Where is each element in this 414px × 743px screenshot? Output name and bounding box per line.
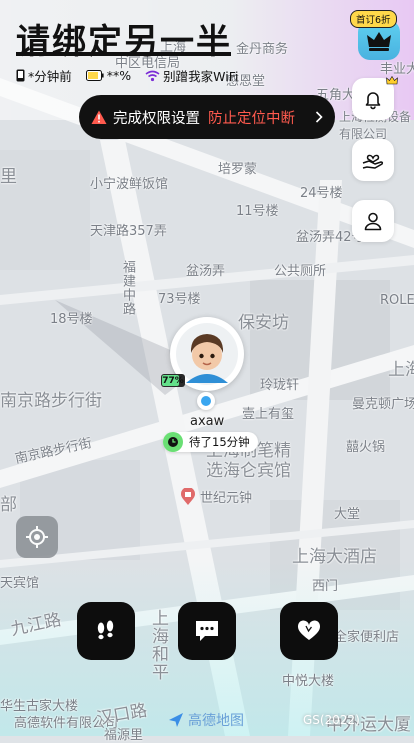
warning-icon — [91, 110, 107, 124]
map-label: 保安坊 — [238, 313, 289, 333]
map-label: 上海 — [388, 360, 414, 380]
map-label: 壹上有玺 — [242, 407, 295, 422]
wifi-status: 别蹭我家WiFi — [145, 66, 238, 85]
person-icon — [364, 212, 382, 231]
amap-text: 高德地图 — [188, 713, 244, 729]
clock-icon — [163, 432, 183, 452]
map-label: 小宁波鲜饭馆 — [90, 177, 169, 192]
footprint-button[interactable] — [77, 602, 135, 660]
title-underline — [16, 52, 231, 56]
vip-discount-badge: 首订6折 — [350, 10, 397, 28]
care-button[interactable] — [352, 139, 394, 181]
map-label: 福建中路 — [120, 260, 135, 316]
map-label: ROLE — [380, 293, 414, 308]
map-label: 西门 — [312, 579, 339, 594]
map-label: 天津路357弄 — [90, 224, 167, 239]
heart-icon — [297, 620, 321, 640]
map-label: 24号楼 — [300, 186, 343, 201]
map-label: 全家便利店 — [334, 630, 400, 645]
stay-duration-pill: 待了15分钟 — [163, 432, 258, 452]
profile-button[interactable] — [352, 200, 394, 242]
map-label: 天宾馆 — [0, 576, 40, 591]
map-label: 18号楼 — [50, 312, 93, 327]
poi-pin-icon — [180, 487, 196, 510]
permission-banner[interactable]: 完成权限设置 防止定位中断 — [79, 95, 335, 139]
map-label: 中悦大楼 — [282, 674, 335, 689]
stay-duration-text: 待了15分钟 — [189, 435, 250, 449]
last-seen-text: *分钟前 — [28, 69, 72, 84]
chat-button[interactable] — [178, 602, 236, 660]
permission-banner-text: 完成权限设置 — [113, 110, 200, 127]
status-row: *分钟前 **% 别蹭我家WiFi — [16, 66, 238, 85]
phone-icon — [16, 69, 25, 82]
bell-icon — [365, 92, 381, 110]
map-label: 上海大酒店 — [292, 547, 377, 567]
vip-button[interactable]: 首订6折 — [350, 10, 404, 62]
amap-logo: 高德地图 — [168, 710, 244, 730]
crown-icon — [386, 76, 398, 85]
map-label: 福源里 — [104, 728, 144, 743]
wifi-icon — [145, 70, 160, 81]
permission-banner-highlight: 防止定位中断 — [208, 110, 295, 127]
hand-heart-icon — [362, 154, 384, 169]
map-label: 曼克顿广场 — [352, 397, 414, 412]
map-label: 金丹商务 — [236, 42, 289, 57]
location-pin — [197, 392, 215, 410]
locate-icon — [26, 526, 48, 548]
map-label: 大堂 — [334, 507, 361, 522]
map-label: 上海和平 — [152, 609, 169, 683]
love-button[interactable] — [280, 602, 338, 660]
map-label: 公共厕所 — [274, 264, 327, 279]
map-label: 世纪元钟 — [200, 491, 253, 506]
notification-button[interactable] — [352, 76, 398, 120]
amap-arrow-icon — [169, 713, 183, 727]
battery-text: **% — [106, 68, 132, 83]
map-label: 盆汤弄 — [186, 264, 226, 279]
map-label: 部 — [0, 495, 17, 515]
map-label: 南京路步行街 — [0, 391, 102, 411]
user-name: axaw — [190, 414, 225, 429]
map-label: 里 — [0, 167, 17, 187]
chevron-right-icon — [315, 111, 323, 123]
map-label: 73号楼 — [158, 292, 201, 307]
user-battery-text: 77% — [162, 375, 184, 386]
user-battery-badge: 77% — [161, 374, 185, 387]
footprints-icon — [97, 620, 114, 640]
wifi-text: 别蹭我家WiFi — [163, 69, 239, 84]
battery-status: **% — [85, 68, 132, 83]
map-label: 囍火锅 — [346, 440, 386, 455]
last-seen-status: *分钟前 — [16, 66, 72, 85]
chat-bubble-icon — [196, 621, 218, 641]
locate-button[interactable] — [16, 516, 58, 558]
battery-icon — [85, 70, 104, 81]
map-label: 玲珑轩 — [260, 378, 300, 393]
map-label: 培罗蒙 — [218, 162, 258, 177]
map-label: 选海仑宾馆 — [206, 461, 291, 481]
map-label: 11号楼 — [236, 204, 279, 219]
map-approval-number: GS(2022) — [303, 713, 360, 727]
